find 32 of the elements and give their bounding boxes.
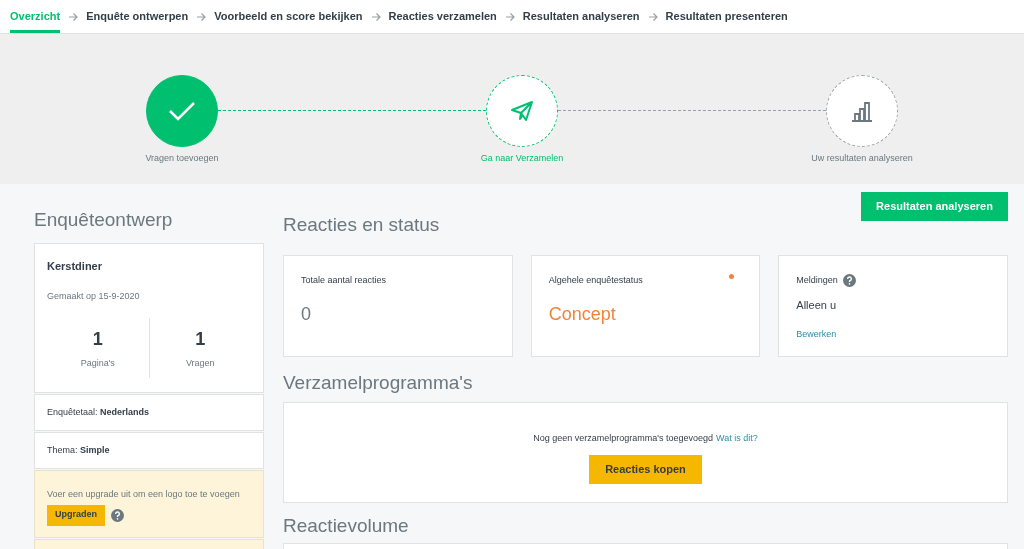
- step-label: Uw resultaten analyseren: [810, 152, 914, 165]
- theme-setting: Thema: Simple: [47, 443, 110, 457]
- nav-tab[interactable]: Resultaten presenteren: [665, 0, 788, 33]
- buy-responses-button[interactable]: Reacties kopen: [589, 455, 702, 484]
- survey-title: Kerstdiner: [47, 259, 104, 274]
- card-label: Meldingen: [796, 273, 838, 287]
- stat-value: 1: [195, 327, 206, 351]
- step-label: Ga naar Verzamelen: [479, 152, 565, 165]
- section-heading: Enquêteontwerp: [34, 208, 174, 232]
- notification-value: Alleen u: [796, 298, 838, 313]
- help-link[interactable]: Wat is dit?: [716, 431, 758, 445]
- stat-label: Vragen: [185, 356, 215, 370]
- empty-message: Nog geen verzamelprogramma's toegevoegd: [533, 431, 714, 445]
- step-label: Vragen toevoegen: [144, 152, 220, 165]
- nav-tab[interactable]: Reacties verzamelen: [388, 0, 497, 33]
- card-label: Totale aantal reacties: [301, 273, 388, 287]
- section-heading: Reactievolume: [283, 513, 410, 538]
- nav-tab[interactable]: Enquête ontwerpen: [86, 0, 189, 33]
- response-count: 0: [301, 303, 312, 326]
- edit-link[interactable]: Bewerken: [796, 327, 837, 341]
- nav-tab[interactable]: Resultaten analyseren: [522, 0, 640, 33]
- upgrade-note: Voer een upgrade uit om een logo toe te voegen: [47, 488, 241, 501]
- card-label: Algehele enquêtestatus: [548, 273, 644, 287]
- nav-tab[interactable]: Voorbeeld en score bekijken: [214, 0, 363, 33]
- section-heading: Reacties en status: [283, 213, 440, 237]
- section-heading: Verzamelprogramma's: [283, 370, 474, 395]
- status-value: Concept: [548, 303, 617, 326]
- upgrade-button[interactable]: Upgraden: [47, 504, 105, 526]
- stat-label: Pagina's: [80, 356, 115, 370]
- stat-value: 1: [92, 327, 103, 351]
- created-date: Gemaakt op 15-9-2020: [47, 289, 141, 303]
- language-setting: Enquêtetaal: Nederlands: [47, 405, 150, 419]
